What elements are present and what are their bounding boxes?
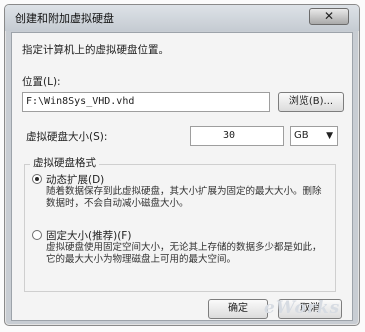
eworks-watermark: eWorks xyxy=(264,298,341,318)
fixed-radio[interactable] xyxy=(32,230,42,240)
dialog-title: 创建和附加虚拟硬盘 xyxy=(15,12,114,25)
close-button[interactable]: ✕ xyxy=(309,8,349,25)
chevron-down-icon: ▼ xyxy=(326,131,333,141)
dynamic-description: 随着数据保存到此虚拟硬盘，其大小扩展为固定的最大大小。删除数据时，不会自动减小磁… xyxy=(46,186,322,209)
close-icon: ✕ xyxy=(323,9,335,23)
dynamic-label[interactable]: 动态扩展(D) xyxy=(46,172,104,187)
instruction-text: 指定计算机上的虚拟硬盘位置。 xyxy=(22,44,169,56)
title-bar: 创建和附加虚拟硬盘 ✕ xyxy=(5,5,359,31)
radio-selected-dot xyxy=(35,177,39,181)
location-label: 位置(L): xyxy=(22,76,61,88)
format-heading: 虚拟硬盘格式 xyxy=(30,155,99,170)
create-vhd-dialog: 创建和附加虚拟硬盘 ✕ 指定计算机上的虚拟硬盘位置。 位置(L): F:\Win… xyxy=(4,4,360,326)
size-unit-select[interactable]: GB ▼ xyxy=(290,126,338,146)
dynamic-radio[interactable] xyxy=(32,174,42,184)
location-input[interactable]: F:\Win8Sys_VHD.vhd xyxy=(22,92,270,112)
size-label: 虚拟硬盘大小(S): xyxy=(26,131,108,143)
dialog-body: 指定计算机上的虚拟硬盘位置。 位置(L): F:\Win8Sys_VHD.vhd… xyxy=(11,32,353,321)
ok-button[interactable]: 确定 xyxy=(208,299,268,319)
fixed-description: 虚拟硬盘使用固定空间大小，无论其上存储的数据多少都是如此，它的最大大小为物理磁盘… xyxy=(46,242,322,265)
size-unit-value: GB xyxy=(294,130,309,141)
fixed-label[interactable]: 固定大小(推荐)(F) xyxy=(46,228,131,243)
browse-button[interactable]: 浏览(B)... xyxy=(278,92,344,112)
size-input[interactable]: 30 xyxy=(190,126,284,146)
